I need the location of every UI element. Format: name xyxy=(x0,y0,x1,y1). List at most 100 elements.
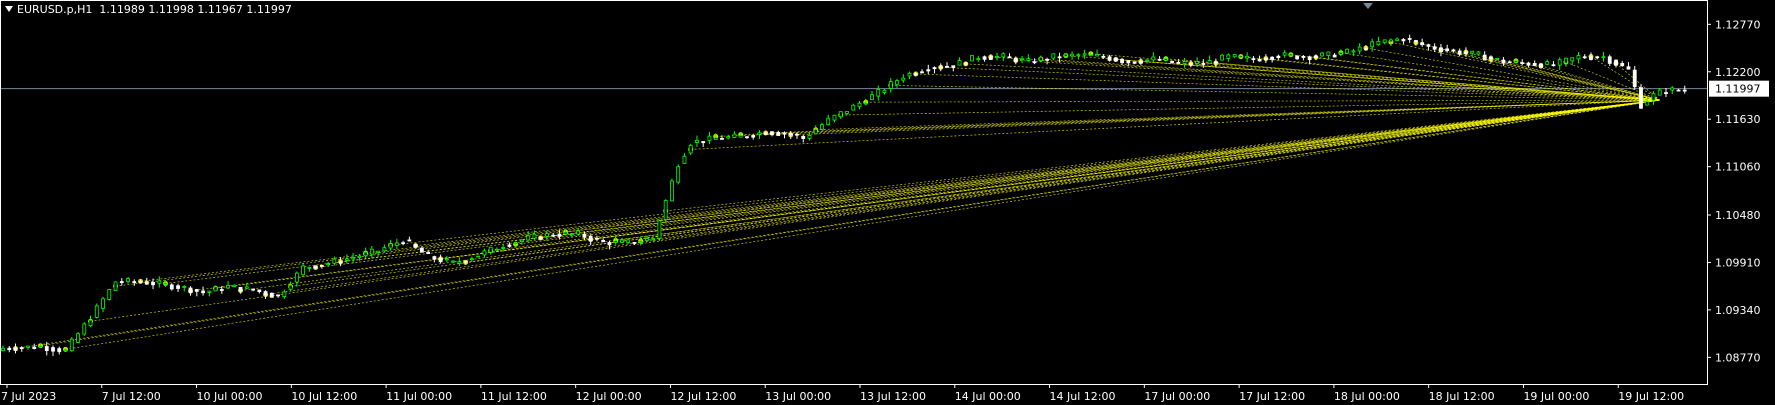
candle-body xyxy=(1514,60,1518,63)
candle-body xyxy=(238,287,243,292)
candle-body xyxy=(832,114,837,121)
x-tick-label: 12 Jul 12:00 xyxy=(670,390,736,403)
candle-body xyxy=(857,102,862,108)
candle-body xyxy=(1320,52,1325,57)
candle-body xyxy=(770,131,774,136)
trend-lines xyxy=(13,39,1660,352)
candle-body xyxy=(1245,55,1250,59)
candle-body xyxy=(757,132,762,135)
candle-body xyxy=(282,291,287,297)
candle-body xyxy=(407,239,412,242)
candle-body xyxy=(807,135,812,139)
candle-body xyxy=(1601,56,1606,59)
candle-body xyxy=(551,234,556,237)
candle-body xyxy=(1063,53,1068,57)
price-chart[interactable]: 1.12770 1.12200 1.11630 1.11060 1.10480 1.099… xyxy=(0,0,1775,405)
candle-body xyxy=(1376,41,1381,46)
candle-body xyxy=(1489,56,1493,60)
candle-body xyxy=(363,251,368,257)
candle-body xyxy=(1338,52,1343,55)
chart-shift-marker-icon[interactable] xyxy=(1363,3,1373,9)
current-price-label: 1.11997 xyxy=(1709,80,1769,97)
candle-body xyxy=(507,244,512,247)
candle-body xyxy=(1238,55,1243,58)
candle-body xyxy=(1070,53,1074,57)
candle-body xyxy=(1420,42,1425,46)
candle-body xyxy=(1157,58,1162,61)
y-tick-label: 1.08770 xyxy=(1715,351,1761,364)
candle-body xyxy=(1526,62,1531,66)
candle-body xyxy=(951,65,956,68)
candle-body xyxy=(13,347,18,351)
candle-body xyxy=(382,247,387,252)
candle-body xyxy=(313,265,318,269)
x-tick-label: 7 Jul 2023 xyxy=(1,390,56,403)
price-axis[interactable]: 1.12770 1.12200 1.11630 1.11060 1.10480 1.099… xyxy=(1707,18,1761,364)
candle-body xyxy=(1451,49,1456,52)
candle-body xyxy=(413,243,418,248)
candle-body xyxy=(888,81,893,89)
candle-body xyxy=(576,230,581,235)
candle-body xyxy=(388,243,393,249)
candle-body xyxy=(682,155,687,164)
candle-body xyxy=(1326,51,1331,56)
candle-body xyxy=(788,133,793,135)
trend-line xyxy=(40,99,1660,347)
candle-body xyxy=(1282,52,1287,56)
candle-body xyxy=(113,281,118,291)
candle-body xyxy=(157,280,162,284)
candle-body xyxy=(1664,92,1668,94)
candle-body xyxy=(1482,54,1487,61)
candle-body xyxy=(19,347,24,350)
candle-body xyxy=(1138,60,1143,64)
trend-line xyxy=(1590,56,1660,101)
candle-body xyxy=(1207,60,1212,64)
candle-body xyxy=(1564,57,1568,64)
candle-body xyxy=(1182,61,1187,64)
candle-body xyxy=(319,264,324,267)
candle-body xyxy=(294,272,299,283)
x-tick-label: 14 Jul 00:00 xyxy=(955,390,1021,403)
y-tick-label: 1.09340 xyxy=(1715,304,1761,317)
candle-body xyxy=(501,247,506,249)
candle-body xyxy=(1551,64,1556,67)
candle-body xyxy=(1170,60,1174,63)
candle-body xyxy=(32,346,37,349)
candle-body xyxy=(244,286,249,289)
y-tick-label: 1.12770 xyxy=(1715,18,1761,31)
candle-body xyxy=(51,347,55,352)
candle-body xyxy=(207,290,212,293)
candle-body xyxy=(88,319,93,327)
candle-body xyxy=(607,242,612,246)
candle-body xyxy=(1545,61,1550,65)
trend-line xyxy=(840,99,1660,116)
candle-body xyxy=(1401,39,1406,42)
candle-body xyxy=(688,144,693,154)
x-tick-label: 17 Jul 00:00 xyxy=(1144,390,1210,403)
candle-body xyxy=(882,89,887,93)
candle-body xyxy=(1395,38,1400,41)
current-price-text: 1.11997 xyxy=(1715,83,1761,96)
candle-body xyxy=(1151,56,1156,61)
candle-body xyxy=(1,347,5,352)
candle-body xyxy=(44,346,49,351)
candle-body xyxy=(63,349,68,351)
candle-body xyxy=(76,333,80,343)
candle-body xyxy=(870,94,874,101)
candle-body xyxy=(1001,53,1006,58)
candle-body xyxy=(926,69,931,72)
candle-body xyxy=(1370,41,1375,48)
candle-body xyxy=(1682,89,1687,92)
time-axis[interactable]: 7 Jul 2023 7 Jul 12:00 10 Jul 00:00 10 Jul … xyxy=(1,384,1684,403)
candle-body xyxy=(201,290,205,294)
candle-body xyxy=(1038,56,1043,61)
candle-body xyxy=(1670,87,1675,91)
candle-body xyxy=(1232,54,1237,58)
candle-body xyxy=(151,282,155,286)
candle-body xyxy=(1657,89,1662,96)
candle-body xyxy=(532,233,537,239)
candle-body xyxy=(1295,55,1300,60)
candle-body xyxy=(1595,56,1600,59)
candle-body xyxy=(438,257,443,263)
candle-body xyxy=(251,288,255,291)
